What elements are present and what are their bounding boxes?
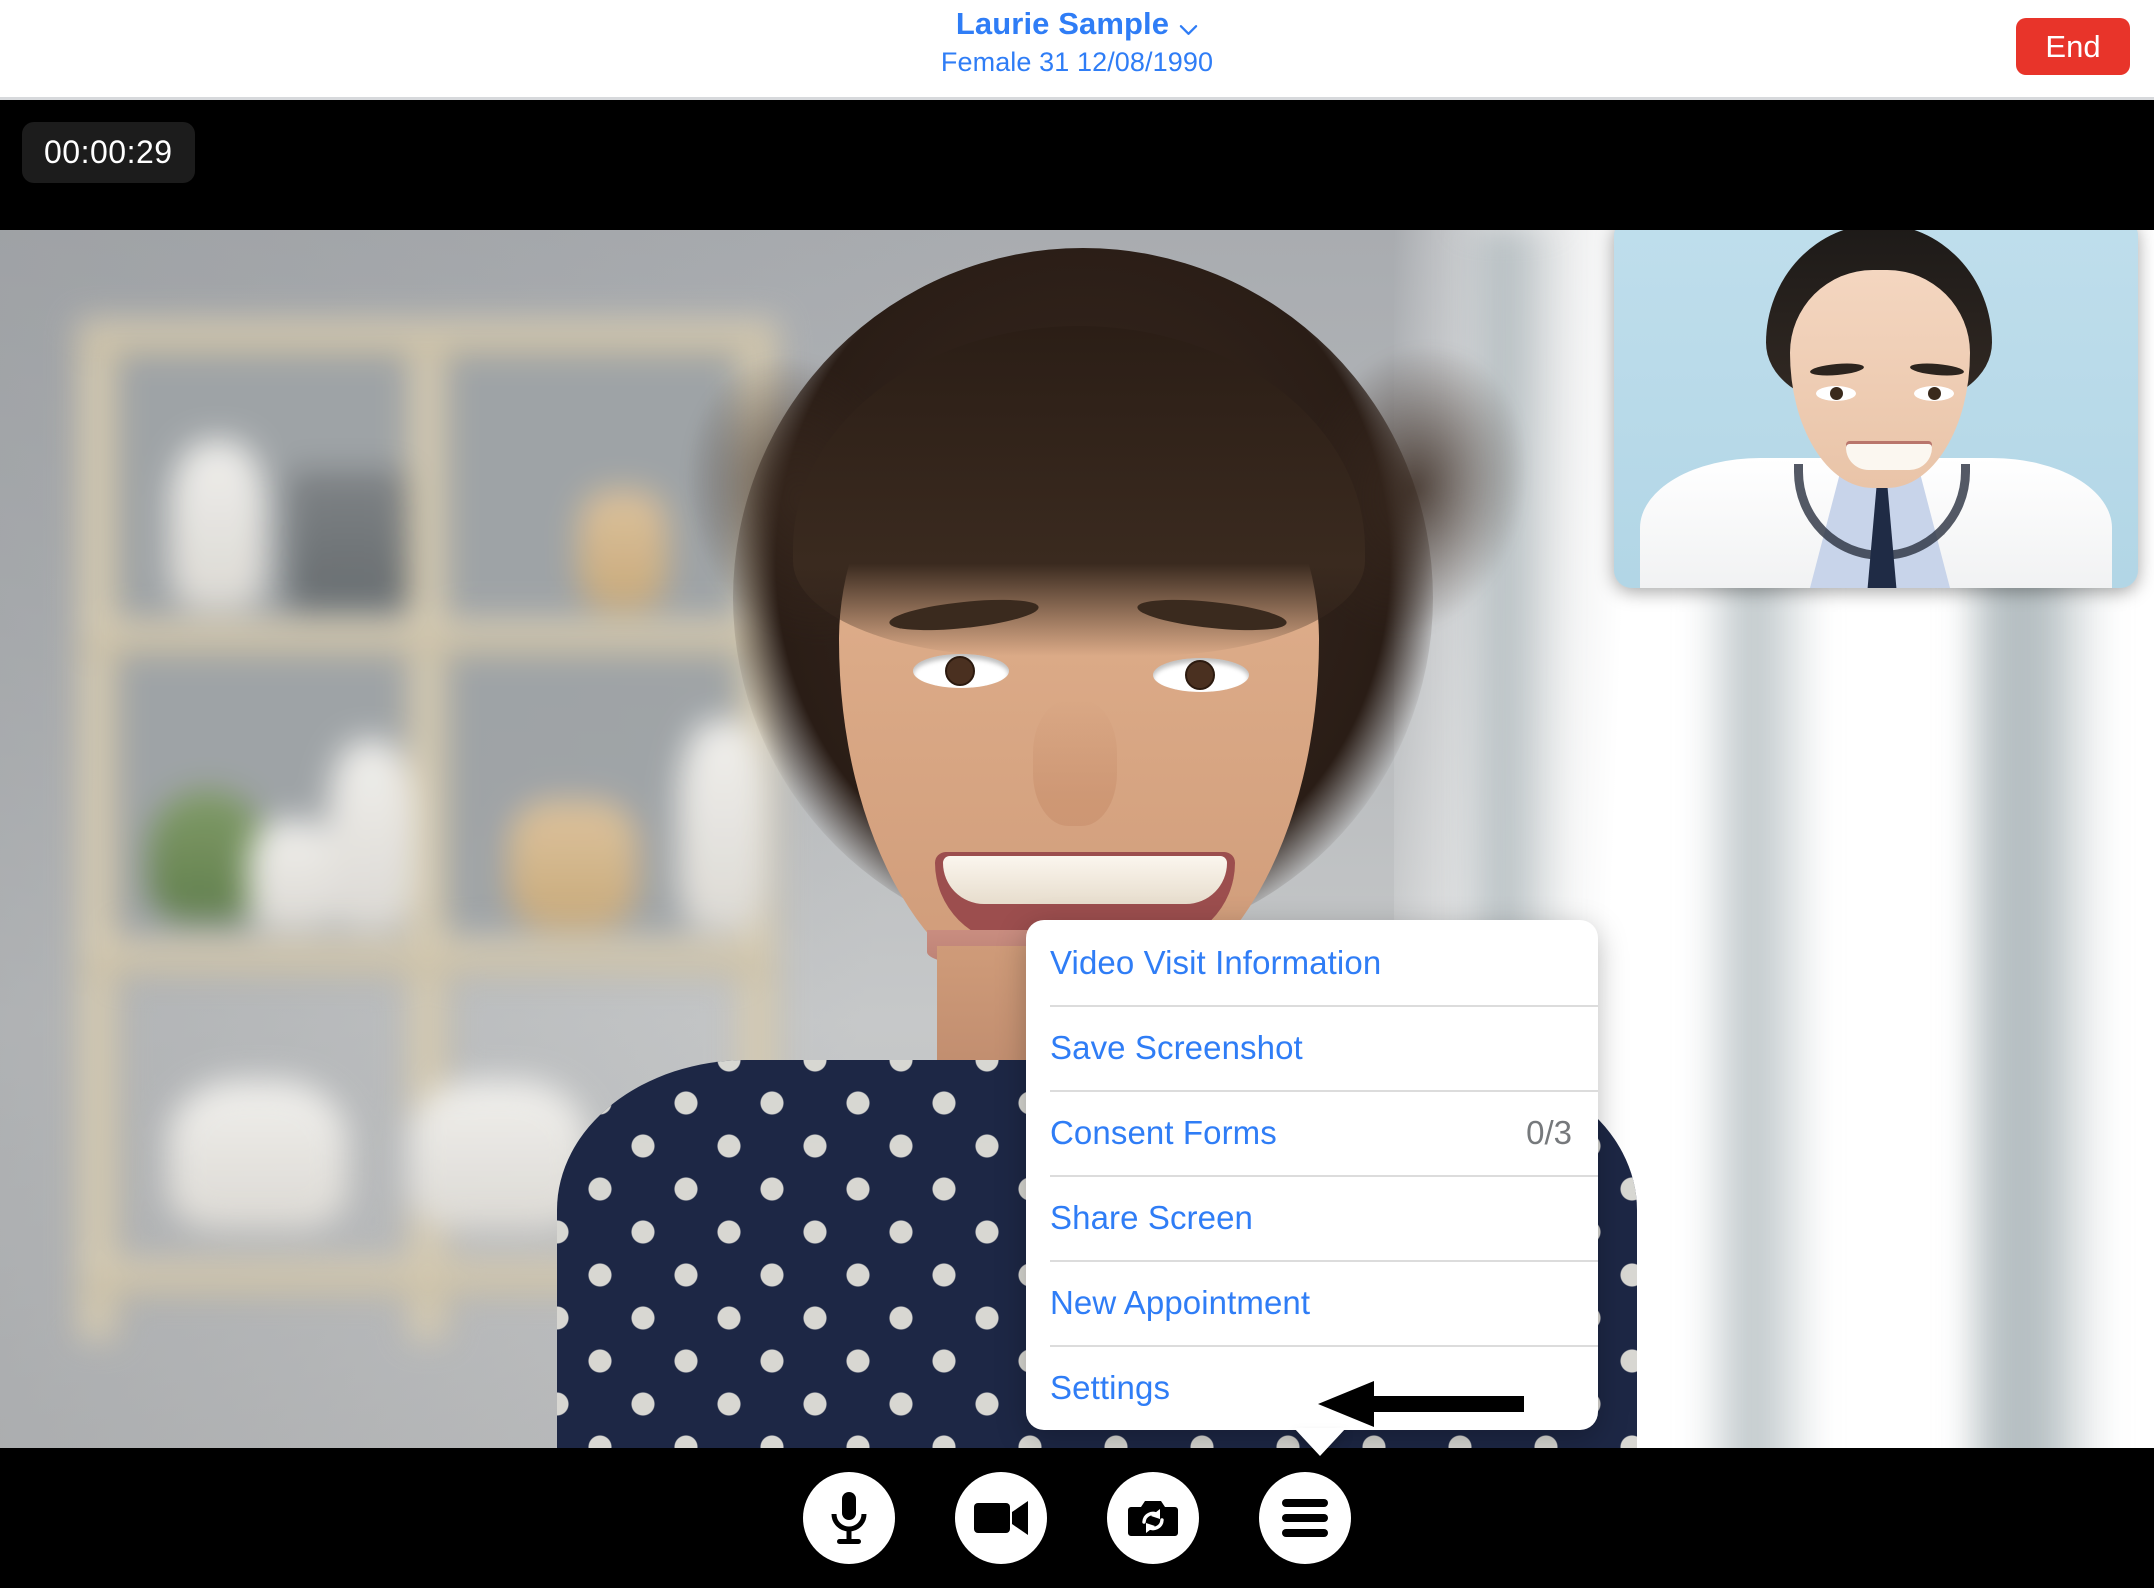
video-stage: 00:00:29 Video Visit Information Save Sc…	[0, 100, 2154, 1588]
menu-item-label: Settings	[1050, 1368, 1171, 1406]
menu-item-save-screenshot[interactable]: Save Screenshot	[1026, 1005, 1598, 1090]
menu-item-new-appointment[interactable]: New Appointment	[1026, 1260, 1598, 1345]
microphone-button[interactable]	[803, 1472, 895, 1564]
menu-item-label: Video Visit Information	[1050, 943, 1382, 981]
menu-item-badge: 0/3	[1526, 1113, 1572, 1151]
patient-info-block[interactable]: Laurie Sample Female 31 12/08/1990	[0, 6, 2154, 78]
options-popup-menu: Video Visit Information Save Screenshot …	[1026, 920, 1598, 1456]
patient-name: Laurie Sample	[955, 6, 1170, 41]
menu-item-video-visit-information[interactable]: Video Visit Information	[1026, 920, 1598, 1005]
menu-pointer-tail	[1294, 1428, 1346, 1456]
menu-item-label: Share Screen	[1050, 1198, 1253, 1236]
end-call-button[interactable]: End	[2016, 18, 2130, 75]
call-timer: 00:00:29	[22, 122, 195, 183]
camera-flip-icon	[1128, 1501, 1178, 1536]
video-camera-icon	[974, 1501, 1028, 1535]
menu-item-share-screen[interactable]: Share Screen	[1026, 1175, 1598, 1260]
menu-item-settings[interactable]: Settings	[1026, 1345, 1598, 1430]
app-header: Laurie Sample Female 31 12/08/1990 End	[0, 0, 2154, 100]
chevron-down-icon[interactable]	[1179, 24, 1198, 36]
hamburger-menu-icon	[1282, 1492, 1328, 1544]
self-view-pip[interactable]	[1614, 230, 2138, 588]
patient-name-row[interactable]: Laurie Sample	[956, 6, 1198, 42]
camera-button[interactable]	[955, 1472, 1047, 1564]
telehealth-video-call-screen: Laurie Sample Female 31 12/08/1990 End 0…	[0, 0, 2154, 1588]
patient-demographics: Female 31 12/08/1990	[940, 47, 1214, 77]
call-control-bar	[0, 1448, 2154, 1588]
menu-button[interactable]	[1259, 1472, 1351, 1564]
menu-item-label: New Appointment	[1050, 1283, 1311, 1321]
flip-camera-button[interactable]	[1107, 1472, 1199, 1564]
menu-item-label: Consent Forms	[1050, 1113, 1277, 1151]
microphone-icon	[831, 1492, 867, 1544]
menu-item-label: Save Screenshot	[1050, 1028, 1303, 1066]
menu-item-consent-forms[interactable]: Consent Forms 0/3	[1026, 1090, 1598, 1175]
